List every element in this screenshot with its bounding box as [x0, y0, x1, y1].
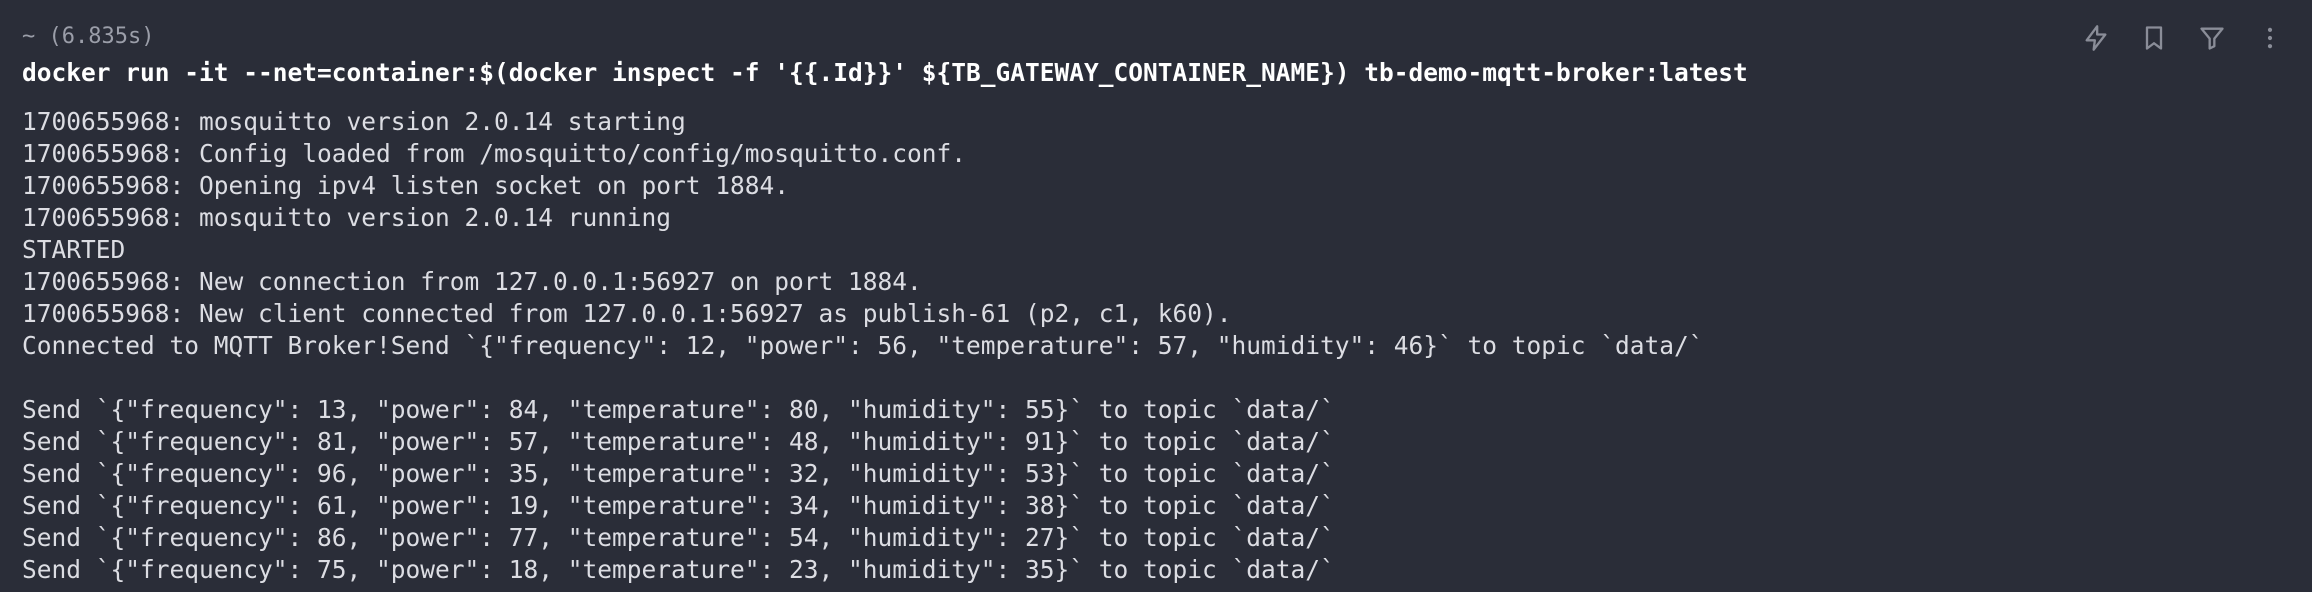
output-line: Send `{"frequency": 81, "power": 57, "te…: [22, 427, 1335, 456]
output-line: Send `{"frequency": 75, "power": 18, "te…: [22, 555, 1335, 584]
bookmark-icon: [2145, 26, 2163, 50]
terminal-command-block[interactable]: ~ (6.835s) docker run -it --net=containe…: [0, 0, 2312, 592]
filter-icon: [2200, 27, 2224, 50]
output-line: Send `{"frequency": 61, "power": 19, "te…: [22, 491, 1335, 520]
output-line: Connected to MQTT Broker!Send `{"frequen…: [22, 331, 1704, 360]
output-line: Send `{"frequency": 96, "power": 35, "te…: [22, 459, 1335, 488]
output-line: 1700655968: New client connected from 12…: [22, 299, 1232, 328]
command-text[interactable]: docker run -it --net=container:$(docker …: [22, 56, 1748, 90]
more-vertical-icon: [2267, 27, 2273, 49]
output-line: 1700655968: mosquitto version 2.0.14 run…: [22, 203, 672, 232]
ai-action-button[interactable]: [2074, 18, 2118, 58]
block-header: ~ (6.835s): [22, 20, 154, 54]
output-line: 1700655968: Opening ipv4 listen socket o…: [22, 171, 790, 200]
output-line: Send `{"frequency": 13, "power": 84, "te…: [22, 395, 1335, 424]
cwd-label: ~: [22, 24, 36, 49]
bookmark-button[interactable]: [2132, 18, 2176, 58]
output-line: 1700655968: New connection from 127.0.0.…: [22, 267, 922, 296]
output-line: Send `{"frequency": 86, "power": 77, "te…: [22, 523, 1335, 552]
command-output[interactable]: 1700655968: mosquitto version 2.0.14 sta…: [22, 106, 1704, 586]
lightning-icon: [2085, 25, 2107, 51]
output-line: 1700655968: Config loaded from /mosquitt…: [22, 139, 967, 168]
duration-label: (6.835s): [48, 24, 155, 49]
block-toolbar: [2074, 18, 2292, 58]
more-options-button[interactable]: [2248, 18, 2292, 58]
output-line: 1700655968: mosquitto version 2.0.14 sta…: [22, 107, 686, 136]
filter-button[interactable]: [2190, 18, 2234, 58]
output-line: STARTED: [22, 235, 126, 264]
